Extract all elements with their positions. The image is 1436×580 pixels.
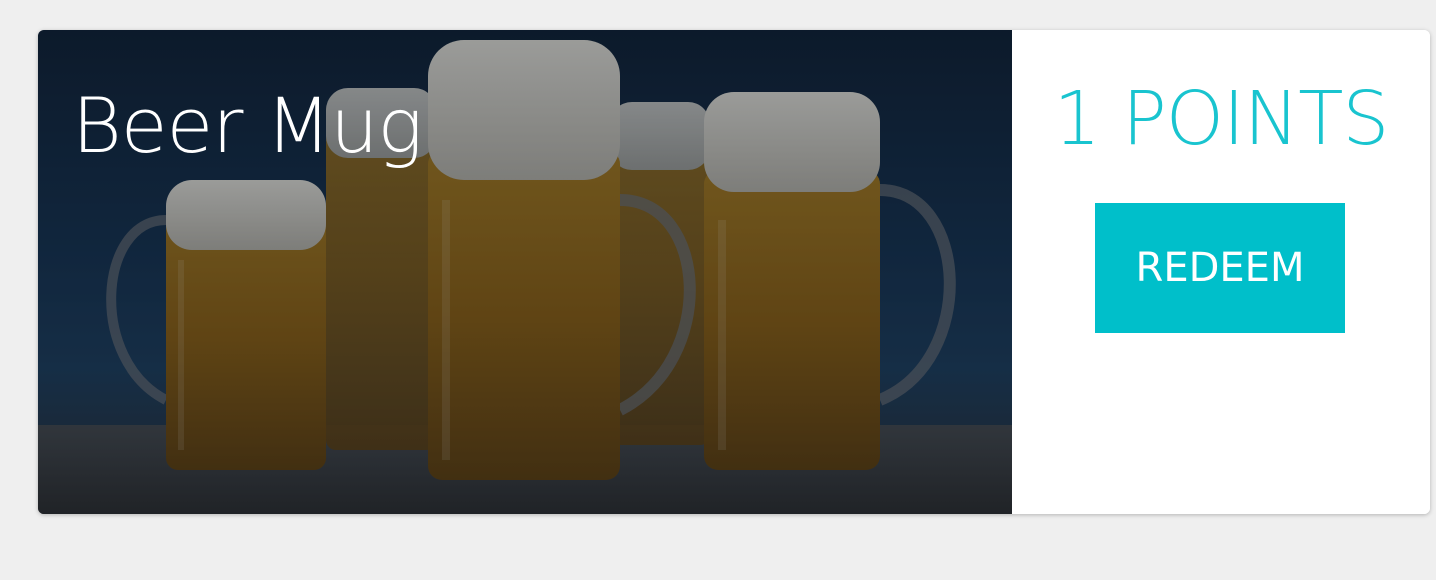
reward-card: Beer Mug 1 POINTS REDEEM xyxy=(38,30,1430,514)
points-label: 1 POINTS xyxy=(1053,76,1390,162)
reward-image: Beer Mug xyxy=(38,30,1012,514)
reward-title: Beer Mug xyxy=(72,81,423,170)
page: Beer Mug 1 POINTS REDEEM xyxy=(0,0,1436,580)
reward-actions: 1 POINTS REDEEM xyxy=(1012,30,1430,514)
redeem-button[interactable]: REDEEM xyxy=(1095,203,1345,333)
